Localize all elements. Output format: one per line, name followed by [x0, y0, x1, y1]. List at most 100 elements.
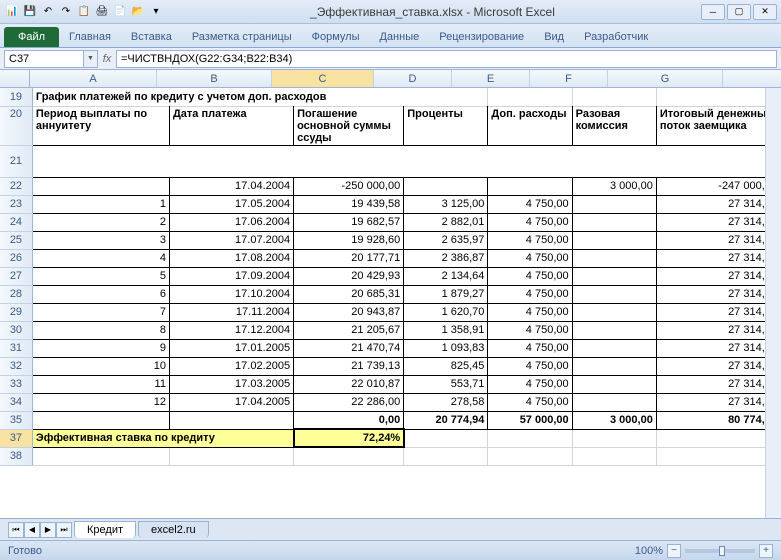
cell[interactable]	[572, 447, 656, 465]
cell[interactable]: 4 750,00	[488, 357, 572, 375]
cell[interactable]: 17.01.2005	[169, 339, 293, 357]
row-header-29[interactable]: 29	[0, 303, 32, 321]
cell[interactable]: 4 750,00	[488, 321, 572, 339]
cell[interactable]: Дата платежа	[169, 106, 293, 145]
cell[interactable]: Период выплаты по аннуитету	[32, 106, 169, 145]
select-all-corner[interactable]	[0, 70, 30, 87]
tab-formulas[interactable]: Формулы	[302, 27, 370, 47]
cell[interactable]: 22 286,00	[294, 393, 404, 411]
cell[interactable]	[572, 339, 656, 357]
cell[interactable]: 4 750,00	[488, 303, 572, 321]
col-header-g[interactable]: G	[608, 70, 723, 87]
row-header-38[interactable]: 38	[0, 447, 32, 465]
cell[interactable]: 17.03.2005	[169, 375, 293, 393]
cell[interactable]: -250 000,00	[294, 177, 404, 195]
zoom-slider[interactable]	[685, 549, 755, 553]
cell[interactable]: 4	[32, 249, 169, 267]
cell[interactable]: 17.08.2004	[169, 249, 293, 267]
cell[interactable]: 8	[32, 321, 169, 339]
cell[interactable]: 19 682,57	[294, 213, 404, 231]
zoom-in-button[interactable]: +	[759, 544, 773, 558]
zoom-level[interactable]: 100%	[635, 545, 663, 557]
cell[interactable]: 21 470,74	[294, 339, 404, 357]
active-cell[interactable]: 72,24%	[294, 429, 404, 447]
cell[interactable]: 4 750,00	[488, 213, 572, 231]
row-header-19[interactable]: 19	[0, 88, 32, 106]
cell[interactable]: 57 000,00	[488, 411, 572, 429]
zoom-thumb[interactable]	[719, 546, 725, 556]
cell[interactable]: 27 314,58	[656, 249, 780, 267]
row-header-22[interactable]: 22	[0, 177, 32, 195]
cell[interactable]	[572, 249, 656, 267]
qat-icon-1[interactable]: 📋	[76, 4, 92, 20]
tab-review[interactable]: Рецензирование	[429, 27, 534, 47]
name-box-dropdown[interactable]: ▼	[84, 50, 98, 68]
cell[interactable]: 27 314,58	[656, 213, 780, 231]
cell[interactable]: -247 000,00	[656, 177, 780, 195]
cell[interactable]	[656, 447, 780, 465]
cell[interactable]: 2 882,01	[404, 213, 488, 231]
cell[interactable]	[572, 231, 656, 249]
cell[interactable]: 22 010,87	[294, 375, 404, 393]
qat-icon-4[interactable]: 📂	[130, 4, 146, 20]
cell[interactable]: 27 314,58	[656, 231, 780, 249]
cell[interactable]: 10	[32, 357, 169, 375]
sheet-tab-excel2[interactable]: excel2.ru	[138, 521, 209, 538]
tab-home[interactable]: Главная	[59, 27, 121, 47]
minimize-button[interactable]: ─	[701, 4, 725, 20]
cell[interactable]	[404, 429, 488, 447]
cell[interactable]: 17.04.2004	[169, 177, 293, 195]
cell[interactable]: 11	[32, 375, 169, 393]
col-header-b[interactable]: B	[157, 70, 272, 87]
cell[interactable]	[294, 447, 404, 465]
cell[interactable]: 3	[32, 231, 169, 249]
cell[interactable]: 553,71	[404, 375, 488, 393]
tab-view[interactable]: Вид	[534, 27, 574, 47]
cell[interactable]: Погашение основной суммы ссуды	[294, 106, 404, 145]
row-header-21[interactable]: 21	[0, 145, 32, 177]
row-header-32[interactable]: 32	[0, 357, 32, 375]
cell[interactable]: 0,00	[294, 411, 404, 429]
row-header-20[interactable]: 20	[0, 106, 32, 145]
cell[interactable]	[488, 429, 572, 447]
cell[interactable]	[572, 357, 656, 375]
col-header-d[interactable]: D	[374, 70, 452, 87]
cell[interactable]: 7	[32, 303, 169, 321]
cell[interactable]	[656, 88, 780, 106]
cell[interactable]: 1 620,70	[404, 303, 488, 321]
cell[interactable]: 27 314,58	[656, 195, 780, 213]
cell[interactable]: 80 774,94	[656, 411, 780, 429]
col-header-a[interactable]: A	[30, 70, 157, 87]
cell[interactable]	[488, 177, 572, 195]
vertical-scrollbar[interactable]	[765, 88, 781, 518]
cell[interactable]: 19 928,60	[294, 231, 404, 249]
cell[interactable]: 17.02.2005	[169, 357, 293, 375]
row-header-27[interactable]: 27	[0, 267, 32, 285]
row-header-31[interactable]: 31	[0, 339, 32, 357]
cell[interactable]	[572, 375, 656, 393]
cell[interactable]: Итоговый денежный поток заемщика	[656, 106, 780, 145]
cell[interactable]	[488, 88, 572, 106]
cell[interactable]: 20 774,94	[404, 411, 488, 429]
cell[interactable]: 20 943,87	[294, 303, 404, 321]
cell[interactable]: 4 750,00	[488, 393, 572, 411]
sheet-nav-next[interactable]: ▶	[40, 522, 56, 538]
cell[interactable]: 1 093,83	[404, 339, 488, 357]
cell[interactable]: 3 125,00	[404, 195, 488, 213]
redo-icon[interactable]: ↷	[58, 4, 74, 20]
cell[interactable]: 19 439,58	[294, 195, 404, 213]
cell[interactable]	[404, 447, 488, 465]
cell[interactable]: 1 358,91	[404, 321, 488, 339]
cell[interactable]: 4 750,00	[488, 285, 572, 303]
cell[interactable]: 4 750,00	[488, 195, 572, 213]
tab-insert[interactable]: Вставка	[121, 27, 182, 47]
cell[interactable]: 2	[32, 213, 169, 231]
cell[interactable]	[572, 303, 656, 321]
cell[interactable]: Разовая комиссия	[572, 106, 656, 145]
cell[interactable]: 27 314,58	[656, 267, 780, 285]
row-header-25[interactable]: 25	[0, 231, 32, 249]
cell[interactable]: 3 000,00	[572, 177, 656, 195]
cell[interactable]	[572, 195, 656, 213]
cell[interactable]	[32, 177, 169, 195]
col-header-e[interactable]: E	[452, 70, 530, 87]
